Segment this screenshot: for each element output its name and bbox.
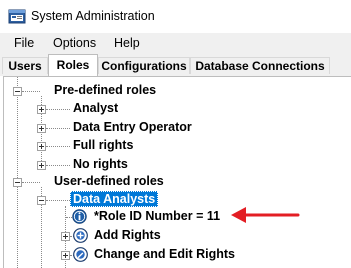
- expand-toggle[interactable]: [37, 124, 46, 133]
- node-no-rights[interactable]: No rights: [73, 157, 128, 171]
- collapse-toggle[interactable]: [37, 196, 46, 205]
- title-bar: System Administration: [0, 0, 351, 33]
- app-window-icon: [8, 9, 26, 24]
- node-data-entry-operator[interactable]: Data Entry Operator: [73, 120, 192, 134]
- node-user-defined-roles[interactable]: User-defined roles: [54, 174, 164, 188]
- tab-roles[interactable]: Roles: [48, 54, 98, 76]
- tree-line: [22, 182, 40, 183]
- expand-toggle[interactable]: [37, 142, 46, 151]
- annotation-arrow-icon: [231, 207, 300, 223]
- tree-line: [46, 165, 70, 166]
- tree-line: [46, 146, 70, 147]
- node-add-rights[interactable]: Add Rights: [94, 228, 161, 242]
- expand-toggle[interactable]: [61, 251, 70, 260]
- node-predefined-roles[interactable]: Pre-defined roles: [54, 83, 156, 97]
- edit-rights-icon: [73, 247, 88, 262]
- expand-toggle[interactable]: [61, 232, 70, 241]
- tab-strip: Users Roles Configurations Database Conn…: [0, 54, 351, 76]
- tree-line: [17, 77, 18, 268]
- window-title: System Administration: [31, 9, 155, 23]
- add-rights-icon: [73, 228, 88, 243]
- menu-bar: File Options Help: [0, 33, 351, 54]
- collapse-toggle[interactable]: [13, 87, 22, 96]
- expand-toggle[interactable]: [37, 161, 46, 170]
- tree-line: [22, 91, 40, 92]
- node-role-id-number[interactable]: *Role ID Number = 11: [94, 209, 220, 223]
- menu-file[interactable]: File: [14, 36, 34, 50]
- expand-toggle[interactable]: [37, 105, 46, 114]
- menu-help[interactable]: Help: [114, 36, 140, 50]
- tab-configurations[interactable]: Configurations: [98, 57, 190, 74]
- tree-line: [46, 128, 70, 129]
- node-change-edit-rights[interactable]: Change and Edit Rights: [94, 247, 235, 261]
- node-full-rights[interactable]: Full rights: [73, 138, 133, 152]
- node-analyst[interactable]: Analyst: [73, 101, 118, 115]
- tree-line: [46, 200, 70, 201]
- node-data-analysts[interactable]: Data Analysts: [70, 191, 159, 207]
- roles-tree: Pre-defined roles Analyst Data Entry Ope…: [3, 76, 351, 268]
- collapse-toggle[interactable]: [13, 178, 22, 187]
- tree-line: [46, 109, 70, 110]
- info-icon: [72, 209, 87, 224]
- menu-options[interactable]: Options: [53, 36, 96, 50]
- tab-users[interactable]: Users: [2, 57, 48, 74]
- tab-database-connections[interactable]: Database Connections: [190, 57, 330, 74]
